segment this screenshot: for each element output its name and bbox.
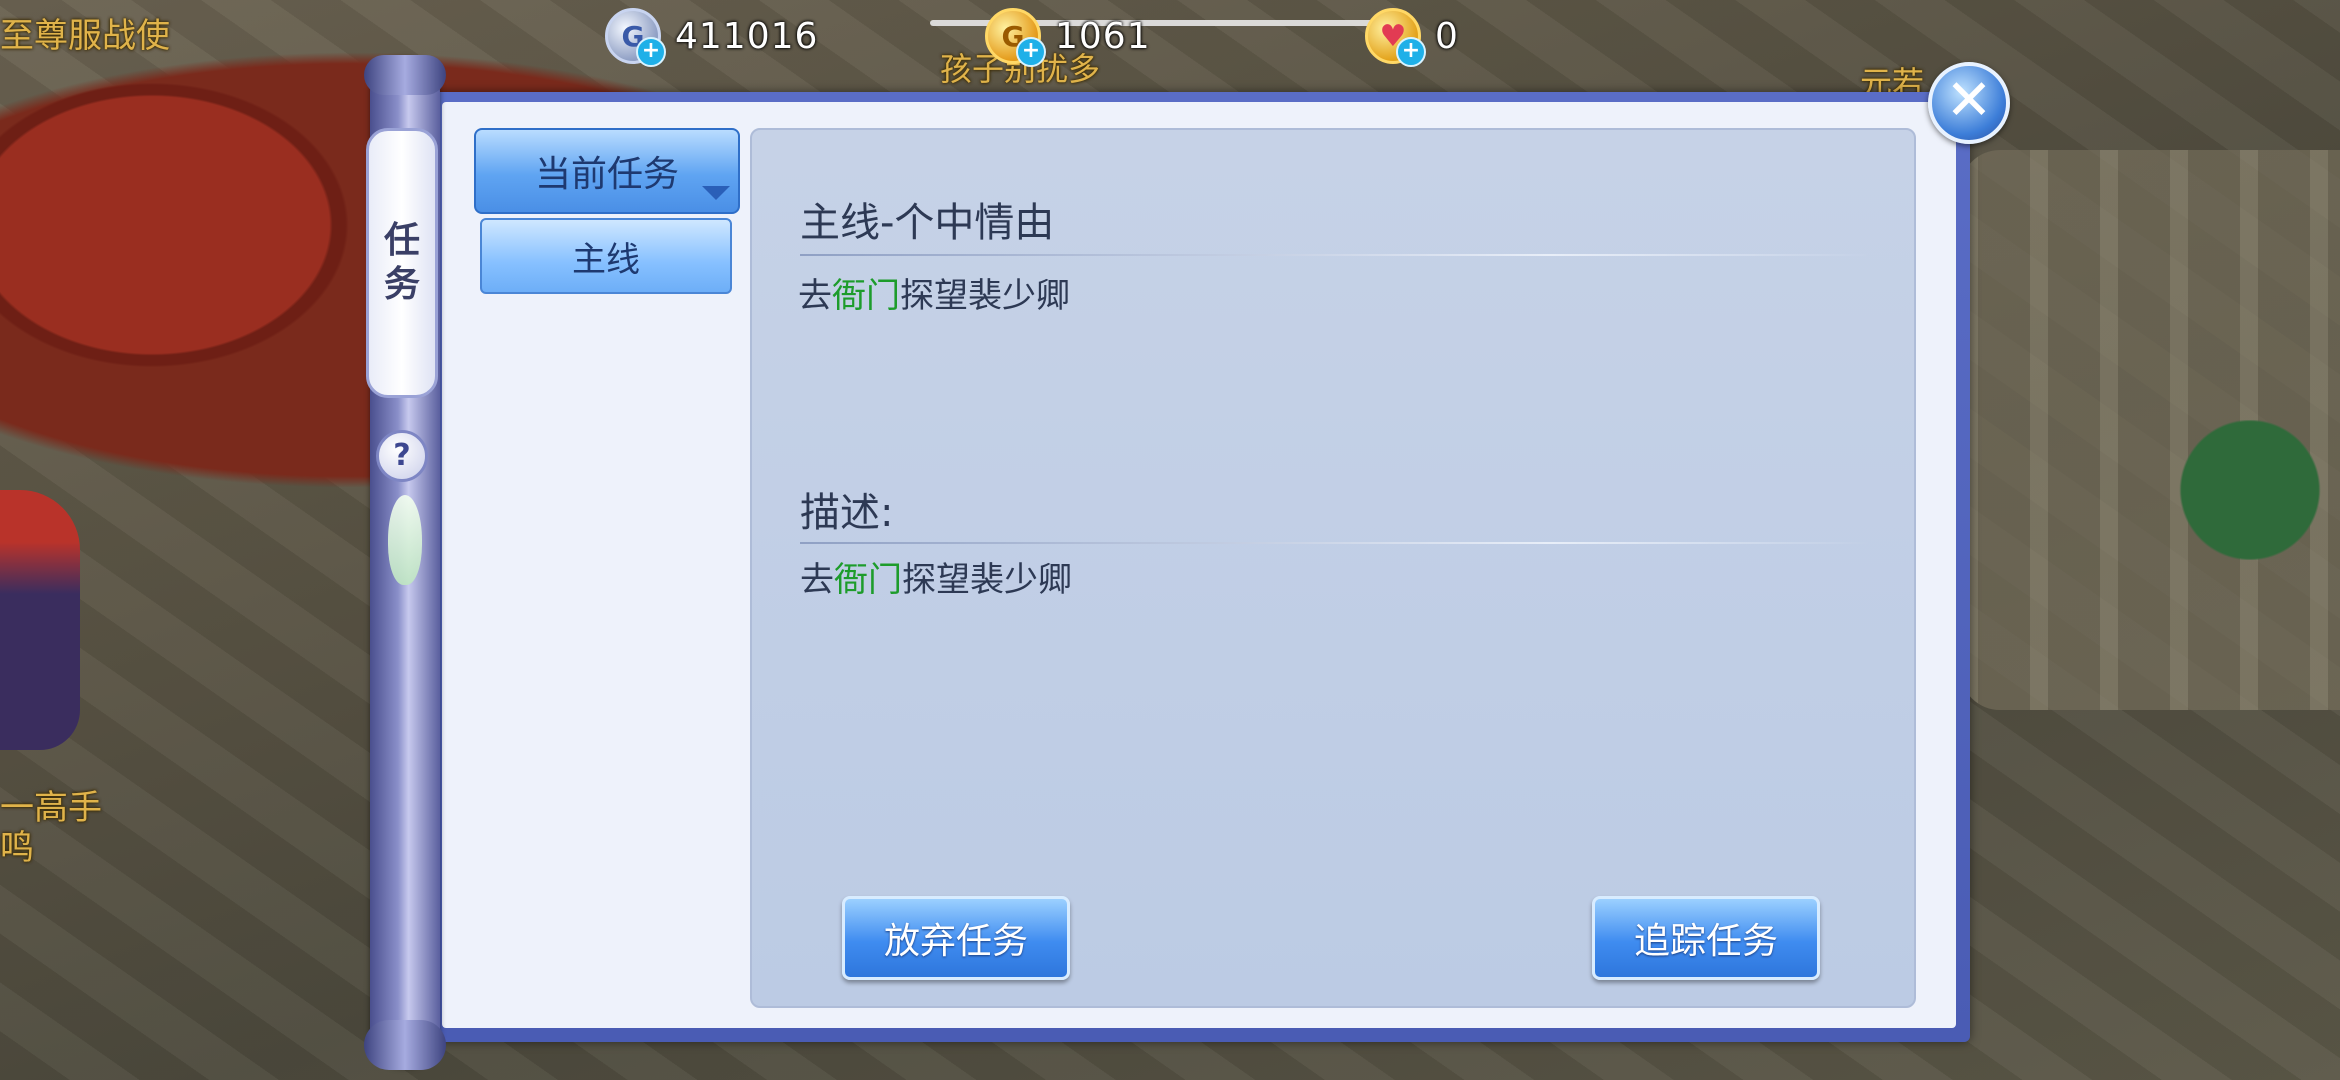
currency-silver[interactable]: G + 411016	[605, 8, 819, 67]
description-divider	[800, 542, 1870, 544]
add-silver-icon[interactable]: +	[636, 37, 666, 67]
npc-name-text-2: 鸣	[0, 828, 34, 868]
currency-heart[interactable]: ♥ + 0	[1365, 8, 1459, 67]
quest-title: 主线-个中情由	[800, 200, 1055, 246]
title-divider	[800, 254, 1870, 256]
chevron-down-icon	[702, 186, 730, 200]
tab-main-quest[interactable]: 主线	[480, 218, 732, 294]
gold-coin-icon: G +	[985, 8, 1046, 67]
silver-value: 411016	[675, 15, 819, 57]
add-gold-icon[interactable]: +	[1016, 37, 1046, 67]
quest-description: 去衙门探望裴少卿	[800, 560, 1072, 600]
add-heart-icon[interactable]: +	[1396, 37, 1426, 67]
gold-value: 1061	[1055, 15, 1151, 57]
heart-value: 0	[1435, 15, 1459, 57]
location-link[interactable]: 衙门	[832, 276, 900, 316]
scroll-rod-cap-top	[364, 55, 446, 95]
tab-current-quests[interactable]: 当前任务	[474, 128, 740, 214]
jade-pendant-icon	[388, 495, 422, 585]
scroll-rod-cap-bottom	[364, 1020, 446, 1070]
description-label: 描述:	[800, 490, 894, 536]
location-link-description[interactable]: 衙门	[834, 560, 902, 600]
tab-main-label: 主线	[572, 239, 640, 280]
background-character	[0, 490, 80, 750]
background-plants	[2160, 420, 2340, 560]
currency-bar: G + 411016 G + 1061 ♥ + 0	[0, 0, 2340, 70]
tab-current-label: 当前任务	[534, 154, 679, 195]
side-tab-label-2: 务	[383, 264, 420, 305]
side-tab-label-1: 任	[383, 220, 420, 261]
quest-objective: 去衙门探望裴少卿	[798, 276, 1070, 316]
side-tab-quest[interactable]: 任 务	[366, 128, 438, 398]
close-icon[interactable]: ✕	[1928, 62, 2010, 144]
track-quest-button[interactable]: 追踪任务	[1592, 896, 1820, 980]
abandon-quest-button[interactable]: 放弃任务	[842, 896, 1070, 980]
help-icon[interactable]: ?	[376, 430, 428, 482]
currency-gold[interactable]: G + 1061	[985, 8, 1151, 67]
background-carpet	[0, 60, 380, 390]
heart-coin-icon: ♥ +	[1365, 8, 1426, 67]
silver-coin-icon: G +	[605, 8, 666, 67]
